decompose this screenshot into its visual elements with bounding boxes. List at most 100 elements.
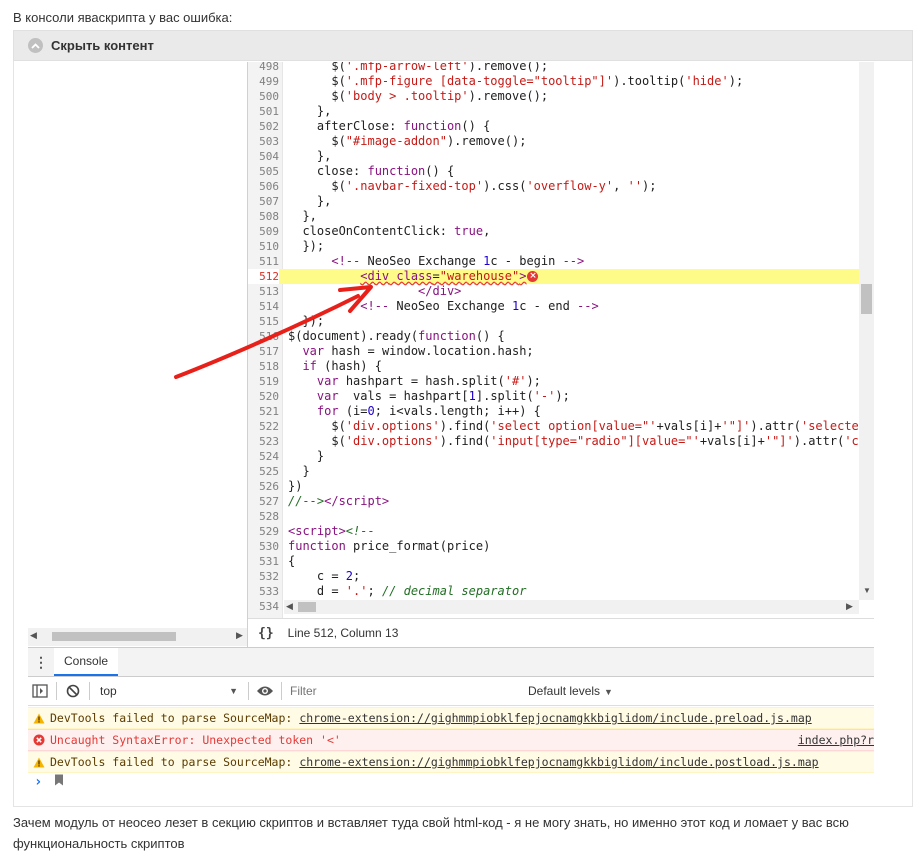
- line-number[interactable]: 502: [248, 119, 279, 134]
- line-number[interactable]: 532: [248, 569, 279, 584]
- line-number[interactable]: 526: [248, 479, 279, 494]
- editor-vertical-scrollbar[interactable]: ▼: [859, 62, 874, 600]
- line-number[interactable]: 530: [248, 539, 279, 554]
- line-number[interactable]: 517: [248, 344, 279, 359]
- filter-input[interactable]: [286, 680, 524, 702]
- code-line: 530 function price_format(price): [248, 539, 859, 554]
- sourcemap-link[interactable]: chrome-extension://gighmmpiobklfepjocnam…: [299, 755, 818, 769]
- line-number[interactable]: 531: [248, 554, 279, 569]
- line-number[interactable]: 528: [248, 509, 279, 524]
- log-levels-dropdown[interactable]: Default levels ▼: [528, 684, 613, 698]
- line-number[interactable]: 523: [248, 434, 279, 449]
- line-number[interactable]: 520: [248, 389, 279, 404]
- navigator-scroll-thumb[interactable]: [52, 632, 176, 641]
- code-line: 532 c = 2;: [248, 569, 859, 584]
- navigator-pane: [28, 62, 248, 646]
- code-line: 501 },: [248, 104, 859, 119]
- show-sidebar-icon[interactable]: [28, 679, 52, 703]
- code-line: 505 close: function() {: [248, 164, 859, 179]
- console-prompt[interactable]: ›: [28, 772, 874, 792]
- line-number[interactable]: 524: [248, 449, 279, 464]
- line-number[interactable]: 513: [248, 284, 279, 299]
- hide-content-button[interactable]: Скрыть контент: [14, 31, 912, 60]
- line-number[interactable]: 507: [248, 194, 279, 209]
- code-line: 529 <script><!--: [248, 524, 859, 539]
- code-text: },: [288, 149, 332, 163]
- toolbar-divider: [56, 682, 57, 700]
- editor-horizontal-scrollbar[interactable]: ◀ ▶: [284, 600, 859, 614]
- line-number[interactable]: 498: [248, 62, 279, 74]
- line-number[interactable]: 499: [248, 74, 279, 89]
- code-line: 526}): [248, 479, 859, 494]
- chevron-up-icon: [28, 38, 43, 53]
- line-number[interactable]: 515: [248, 314, 279, 329]
- message-text: Uncaught SyntaxError: Unexpected token '…: [50, 733, 341, 747]
- prompt-chevron-icon: ›: [34, 774, 43, 790]
- code-text: $('.mfp-figure [data-toggle="tooltip"]')…: [288, 74, 744, 88]
- line-number[interactable]: 500: [248, 89, 279, 104]
- line-number[interactable]: 519: [248, 374, 279, 389]
- code-text: var hashpart = hash.split('#');: [316, 374, 541, 388]
- code-line: 527 //--></script>: [248, 494, 859, 509]
- line-number[interactable]: 529: [248, 524, 279, 539]
- drawer-menu-icon[interactable]: ⋮: [28, 648, 54, 676]
- code-scroll-right-arrow-icon[interactable]: ▶: [846, 601, 853, 612]
- live-expression-eye-icon[interactable]: [253, 679, 277, 703]
- line-number[interactable]: 510: [248, 239, 279, 254]
- line-number[interactable]: 514: [248, 299, 279, 314]
- code-line: 509 closeOnContentClick: true,: [248, 224, 859, 239]
- code-text: $("#image-addon").remove();: [288, 134, 527, 148]
- scroll-down-arrow-icon[interactable]: ▼: [863, 586, 871, 595]
- line-number[interactable]: 501: [248, 104, 279, 119]
- line-number[interactable]: 522: [248, 419, 279, 434]
- line-number[interactable]: 509: [248, 224, 279, 239]
- clear-console-icon[interactable]: [61, 679, 85, 703]
- line-number[interactable]: 527: [248, 494, 279, 509]
- line-number[interactable]: 503: [248, 134, 279, 149]
- code-text: $('div.options').find('input[type="radio…: [288, 434, 859, 448]
- scroll-left-arrow-icon[interactable]: ◀: [30, 630, 37, 641]
- code-text: $('body > .tooltip').remove();: [288, 89, 549, 103]
- tab-console[interactable]: Console: [54, 648, 119, 676]
- line-number[interactable]: 534: [248, 599, 279, 614]
- code-text: if (hash) {: [302, 359, 382, 373]
- sourcemap-link[interactable]: chrome-extension://gighmmpiobklfepjocnam…: [299, 711, 811, 725]
- editor-status-bar: {} Line 512, Column 13: [248, 618, 874, 647]
- error-source-link[interactable]: index.php?r: [798, 733, 874, 747]
- line-number[interactable]: 508: [248, 209, 279, 224]
- code-line: 507 },: [248, 194, 859, 209]
- bookmark-icon: [54, 773, 64, 791]
- code-text: <!-- NeoSeo Exchange 1c - begin -->: [331, 254, 585, 268]
- code-line: 515 });: [248, 314, 859, 329]
- line-number[interactable]: 504: [248, 149, 279, 164]
- warning-icon: [30, 757, 48, 768]
- line-number[interactable]: 521: [248, 404, 279, 419]
- pretty-print-icon[interactable]: {}: [258, 626, 274, 641]
- code-line: 522 $('div.options').find('select option…: [248, 419, 859, 434]
- code-text: for (i=0; i<vals.length; i++) {: [316, 404, 541, 418]
- console-toolbar: top ▼ Default levels▼: [28, 677, 874, 706]
- toolbar-divider: [281, 682, 282, 700]
- scroll-right-arrow-icon[interactable]: ▶: [236, 630, 243, 641]
- line-number[interactable]: 506: [248, 179, 279, 194]
- line-number[interactable]: 511: [248, 254, 279, 269]
- toolbar-divider: [248, 682, 249, 700]
- editor-horizontal-scroll-thumb[interactable]: [298, 602, 316, 612]
- line-number[interactable]: 512: [248, 269, 279, 284]
- code-line: 506 $('.navbar-fixed-top').css('overflow…: [248, 179, 859, 194]
- code-line-error: 512 <div class="warehouse"> ×: [248, 269, 859, 284]
- line-number[interactable]: 516: [248, 329, 279, 344]
- line-number[interactable]: 533: [248, 584, 279, 599]
- code-editor[interactable]: 498 $('.mfp-arrow-left').remove(); 499 $(…: [248, 62, 859, 618]
- editor-vertical-scroll-thumb[interactable]: [861, 284, 872, 314]
- line-number[interactable]: 505: [248, 164, 279, 179]
- context-value: top: [100, 684, 117, 698]
- context-selector[interactable]: top ▼: [94, 684, 244, 698]
- code-text: c = 2;: [288, 569, 361, 583]
- code-scroll-left-arrow-icon[interactable]: ◀: [286, 601, 293, 612]
- line-number[interactable]: 525: [248, 464, 279, 479]
- code-line: 511 <!-- NeoSeo Exchange 1c - begin -->: [248, 254, 859, 269]
- line-number[interactable]: 518: [248, 359, 279, 374]
- navigator-horizontal-scrollbar[interactable]: ◀ ▶: [28, 628, 248, 646]
- code-text: {: [288, 554, 296, 568]
